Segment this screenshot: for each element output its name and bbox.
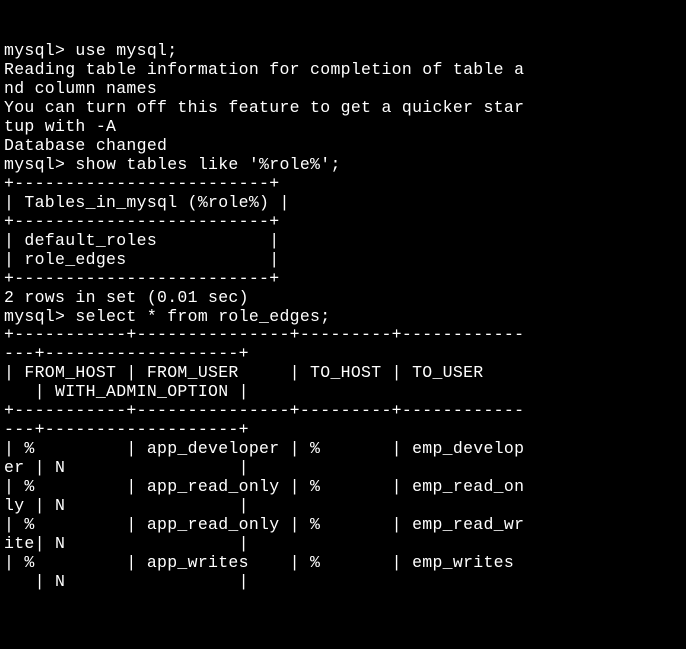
terminal-line: +-----------+---------------+---------+-… [4, 402, 682, 421]
terminal-line: Reading table information for completion… [4, 61, 682, 80]
terminal-line: mysql> use mysql; [4, 42, 682, 61]
terminal-line: 2 rows in set (0.01 sec) [4, 289, 682, 308]
terminal-line: +-------------------------+ [4, 213, 682, 232]
terminal-line: tup with -A [4, 118, 682, 137]
terminal-line: ly | N | [4, 497, 682, 516]
terminal-line: | % | app_read_only | % | emp_read_wr [4, 516, 682, 535]
terminal-line: Database changed [4, 137, 682, 156]
terminal-line: ---+-------------------+ [4, 345, 682, 364]
terminal-line: | role_edges | [4, 251, 682, 270]
terminal-line: | % | app_read_only | % | emp_read_on [4, 478, 682, 497]
terminal-line: | N | [4, 573, 682, 592]
terminal-line: You can turn off this feature to get a q… [4, 99, 682, 118]
terminal-line: | default_roles | [4, 232, 682, 251]
terminal-line: ---+-------------------+ [4, 421, 682, 440]
terminal-output: mysql> use mysql;Reading table informati… [4, 42, 682, 592]
terminal-line: +-------------------------+ [4, 270, 682, 289]
terminal-line: | FROM_HOST | FROM_USER | TO_HOST | TO_U… [4, 364, 682, 383]
terminal-line: | WITH_ADMIN_OPTION | [4, 383, 682, 402]
terminal-line: +-------------------------+ [4, 175, 682, 194]
terminal-line: | Tables_in_mysql (%role%) | [4, 194, 682, 213]
terminal-line: mysql> show tables like '%role%'; [4, 156, 682, 175]
terminal-line: nd column names [4, 80, 682, 99]
terminal-line: er | N | [4, 459, 682, 478]
terminal-line: | % | app_writes | % | emp_writes [4, 554, 682, 573]
terminal-line: +-----------+---------------+---------+-… [4, 326, 682, 345]
terminal-line: | % | app_developer | % | emp_develop [4, 440, 682, 459]
terminal-line: ite| N | [4, 535, 682, 554]
terminal-line: mysql> select * from role_edges; [4, 308, 682, 327]
